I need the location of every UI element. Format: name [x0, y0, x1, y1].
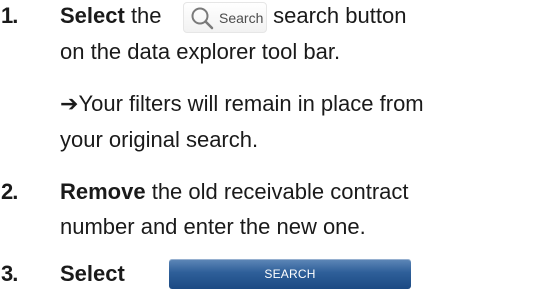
step-text: the old receivable contract — [145, 179, 409, 204]
step-1-line-2: on the data explorer tool bar. — [60, 39, 341, 64]
step-number: 1. — [1, 3, 18, 28]
note-text: Your filters will remain in place from — [78, 91, 424, 116]
step-3-line-1: Select — [60, 261, 125, 287]
step-verb: Select — [60, 261, 125, 286]
search-submit-button: SEARCH — [169, 259, 411, 289]
step-verb: Remove — [60, 179, 146, 204]
search-toolbar-button: Search — [183, 2, 267, 33]
step-number: 3. — [1, 261, 18, 286]
search-button-label: Search — [219, 10, 264, 26]
arrow-icon: ➔ — [60, 91, 79, 116]
step-1-line-1: Select the — [60, 3, 168, 29]
step-verb: Select — [60, 3, 125, 28]
magnifier-icon — [191, 7, 214, 30]
step-text: the — [124, 3, 168, 28]
step-1-line-1-end: search button — [267, 3, 407, 28]
step-2-line-1: Remove the old receivable contract — [60, 179, 409, 205]
step-1-note-line-1: ➔Your filters will remain in place from — [60, 91, 424, 117]
step-number: 2. — [1, 179, 18, 204]
step-1-note-line-2: your original search. — [60, 127, 259, 152]
step-2-line-2: number and enter the new one. — [60, 214, 366, 239]
